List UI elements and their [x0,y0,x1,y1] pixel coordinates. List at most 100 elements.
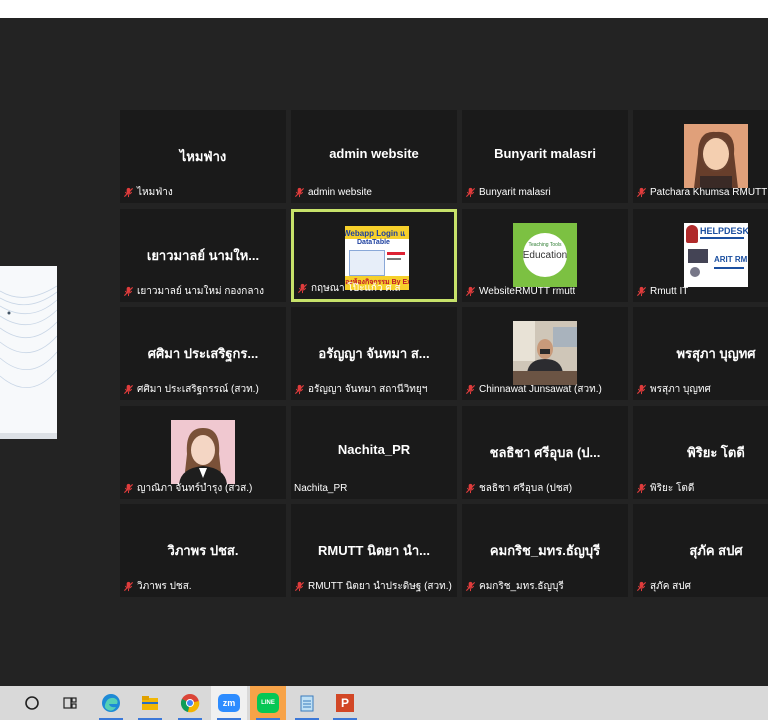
participant-display-name: RMUTT นิตยา นำ... [318,543,430,558]
participant-tile[interactable]: Teaching Tools Education WebsiteRMUTT rm… [462,209,628,302]
participant-tile[interactable]: ชลธิชา ศรีอุบล (ป... ชลธิชา ศรีอุบล (ปชส) [462,406,628,499]
muted-mic-icon [123,286,134,297]
logo-text: Teaching Tools [528,242,562,248]
participant-label-text: เยาวมาลย์ นามใหม่ กองกลาง [137,286,264,297]
cortana-taskbar-button[interactable] [14,686,50,720]
file-explorer-taskbar-button[interactable] [132,686,168,720]
participant-tile[interactable]: พิริยะ โตดี พิริยะ โตดี [633,406,768,499]
muted-mic-icon [123,187,134,198]
muted-mic-icon [294,384,305,395]
zoom-icon: zm [218,694,240,712]
participant-name-label: WebsiteRMUTT rmutt [465,284,575,299]
task-view-icon [62,695,78,711]
notepad-taskbar-button[interactable] [289,686,325,720]
muted-mic-icon [123,384,134,395]
participant-tile[interactable]: วิภาพร ปชส. วิภาพร ปชส. [120,504,286,597]
participant-name-label: Chinnawat Junsawat (สวท.) [465,382,602,397]
participant-display-name: พิริยะ โตดี [687,445,745,460]
participant-label-text: Patchara Khumsa RMUTT [650,187,768,198]
participant-display-name: วิภาพร ปชส. [167,543,239,558]
participant-name-label: ชลธิชา ศรีอุบล (ปชส) [465,481,572,496]
participant-name-label: ศศิมา ประเสริฐกรรณ์ (สวท.) [123,382,259,397]
participant-video [171,420,235,484]
participant-label-text: ชลธิชา ศรีอุบล (ปชส) [479,483,573,494]
participant-tile[interactable]: อรัญญา จันทมา ส... อรัญญา จันทมา สถานีวิท… [291,307,457,400]
participant-tile[interactable]: Bunyarit malasri Bunyarit malasri [462,110,628,203]
muted-mic-icon [636,187,647,198]
gallery-view: ไหมฟ่าง ไหมฟ่าง admin website admin website… [120,110,768,597]
participant-tile[interactable]: เยาวมาลย์ นามให... เยาวมาลย์ นามใหม่ กองก… [120,209,286,302]
participant-name-label: Bunyarit malasri [465,185,551,200]
participant-tile[interactable]: ญาณิภา จันทร์บำรุง (สวส.) [120,406,286,499]
participant-name-label: Rmutt IT [636,284,688,299]
muted-mic-icon [465,384,476,395]
participant-tile[interactable]: พรสุภา บุญทศ พรสุภา บุญทศ [633,307,768,400]
participant-label-text: WebsiteRMUTT rmutt [479,286,576,297]
muted-mic-icon [123,483,134,494]
participant-label-text: อรัญญา จันทมา สถานีวิทยุฯ [308,384,428,395]
muted-mic-icon [636,581,647,592]
participant-tile[interactable]: HELPDESK ARIT RM Rmutt IT [633,209,768,302]
muted-mic-icon [465,581,476,592]
top-bar [0,0,768,18]
participant-tile[interactable]: Nachita_PR Nachita_PR [291,406,457,499]
powerpoint-taskbar-button[interactable]: P [327,686,363,720]
participant-name-label: อรัญญา จันทมา สถานีวิทยุฯ [294,382,427,397]
participant-display-name: ไหมฟ่าง [179,149,227,164]
participant-label-text: พรสุภา บุญทศ [650,384,711,395]
participant-name-label: คมกริช_มทร.ธัญบุรี [465,579,564,594]
participant-name-label: Nachita_PR [294,481,347,496]
participant-display-name: admin website [329,146,419,161]
file-explorer-icon [140,693,160,713]
participant-label-text: วิภาพร ปชส. [137,581,192,592]
participant-tile[interactable]: คมกริช_มทร.ธัญบุรี คมกริช_มทร.ธัญบุรี [462,504,628,597]
task-view-taskbar-button[interactable] [52,686,88,720]
participant-name-label: พิริยะ โตดี [636,481,694,496]
participant-display-name: คมกริช_มทร.ธัญบุรี [489,543,601,558]
participant-name-label: วิภาพร ปชส. [123,579,192,594]
chrome-taskbar-button[interactable] [172,686,208,720]
participant-name-label: ญาณิภา จันทร์บำรุง (สวส.) [123,481,252,496]
participant-tile[interactable]: RMUTT นิตยา นำ... RMUTT นิตยา นำประดิษฐ (… [291,504,457,597]
participant-label-text: RMUTT นิตยา นำประดิษฐ (สวท.) [308,581,452,592]
participant-label-text: ไหมฟ่าง [137,187,173,198]
muted-mic-icon [294,581,305,592]
muted-mic-icon [636,483,647,494]
participant-tile[interactable]: ไหมฟ่าง ไหมฟ่าง [120,110,286,203]
muted-mic-icon [465,187,476,198]
participant-video [684,124,748,188]
participant-video: HELPDESK ARIT RM [684,223,748,287]
participant-tile[interactable]: Patchara Khumsa RMUTT [633,110,768,203]
participant-name-label: เยาวมาลย์ นามใหม่ กองกลาง [123,284,264,299]
participant-name-label: RMUTT นิตยา นำประดิษฐ (สวท.) [294,579,452,594]
participant-name-label: admin website [294,185,372,200]
participant-display-name: Nachita_PR [337,442,411,457]
participant-display-name: อรัญญา จันทมา ส... [318,346,430,361]
participant-tile[interactable]: admin website admin website [291,110,457,203]
edge-taskbar-button[interactable] [93,686,129,720]
muted-mic-icon [294,187,305,198]
line-taskbar-button[interactable]: LINE [250,686,286,720]
powerpoint-icon: P [336,694,354,712]
muted-mic-icon [465,286,476,297]
shared-screen-preview[interactable] [0,266,57,439]
participant-label-text: Bunyarit malasri [479,187,551,198]
participant-label-text: ญาณิภา จันทร์บำรุง (สวส.) [137,483,253,494]
participant-label-text: กฤษณา โป๊ะแก้ว ศ.ส [311,283,401,294]
participant-tile[interactable]: ศศิมา ประเสริฐกร... ศศิมา ประเสริฐกรรณ์ (… [120,307,286,400]
participant-label-text: ศศิมา ประเสริฐกรรณ์ (สวท.) [137,384,259,395]
muted-mic-icon [297,283,308,294]
participant-tile[interactable]: Chinnawat Junsawat (สวท.) [462,307,628,400]
participant-display-name: Bunyarit malasri [494,146,596,161]
participant-video [513,321,577,385]
participant-name-label: สุภัค สปศ [636,579,691,594]
participant-label-text: Rmutt IT [650,286,689,297]
participant-label-text: สุภัค สปศ [650,581,691,592]
participant-tile[interactable]: สุภัค สปศ สุภัค สปศ [633,504,768,597]
participant-label-text: Chinnawat Junsawat (สวท.) [479,384,602,395]
muted-mic-icon [465,483,476,494]
participant-tile[interactable]: Webapp Login แ DataTable จองห้องกิจกรรม … [291,209,457,302]
muted-mic-icon [123,581,134,592]
zoom-taskbar-button[interactable]: zm [211,686,247,720]
participant-display-name: สุภัค สปศ [689,543,743,558]
